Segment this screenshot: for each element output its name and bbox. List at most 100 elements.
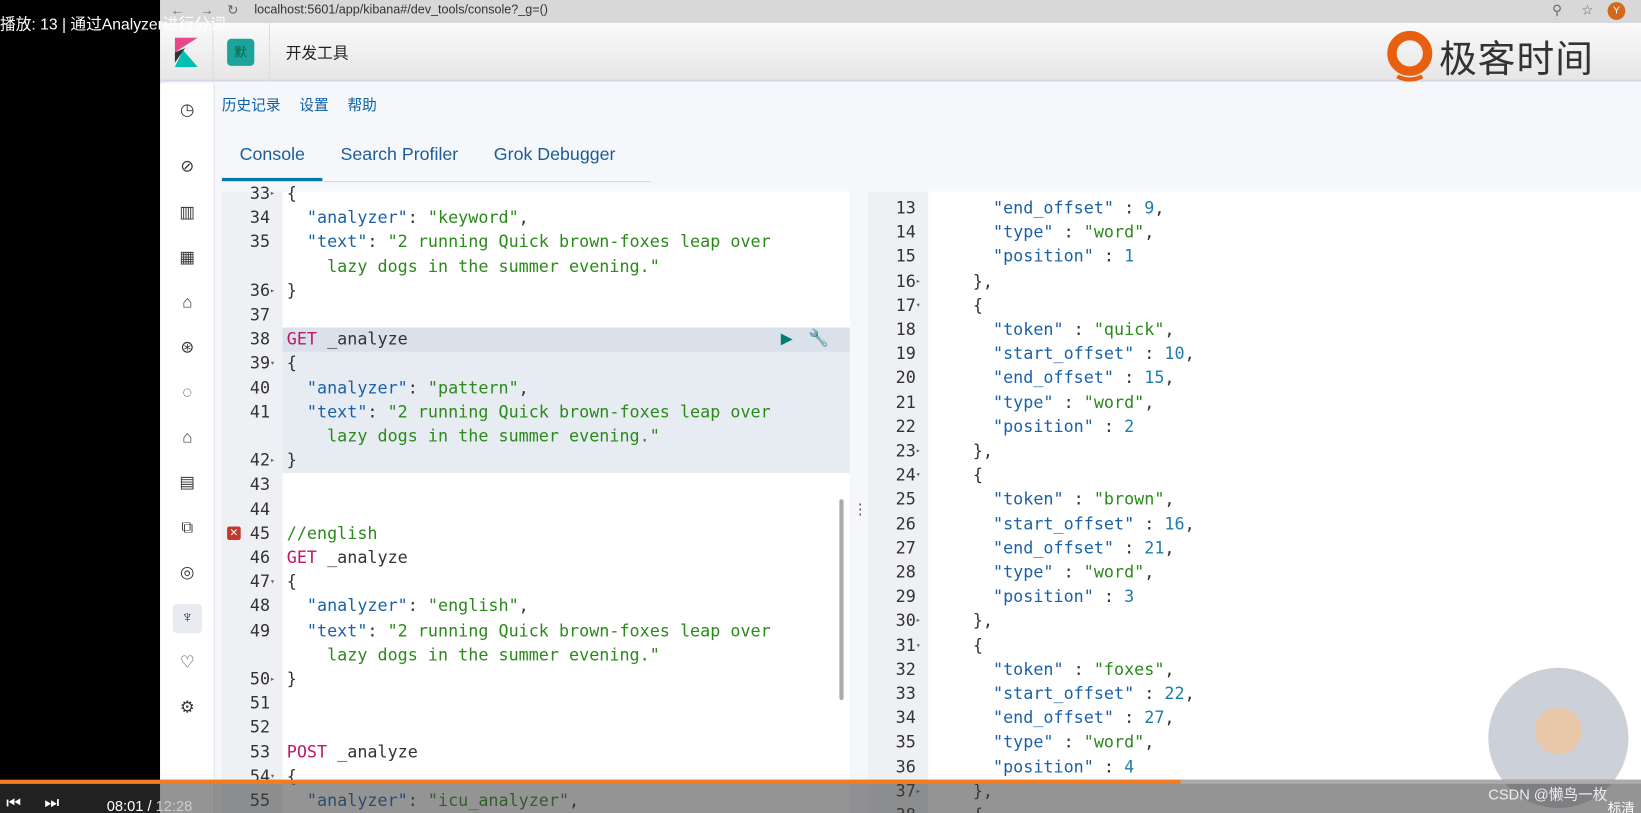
monitoring-heart-icon[interactable]: ♡ (173, 649, 202, 678)
quality-button[interactable]: 标清 (1608, 798, 1635, 813)
tab-search-profiler[interactable]: Search Profiler (323, 138, 476, 181)
code-line[interactable]: 36 "position" : 4 (868, 754, 1135, 778)
code-line[interactable]: 26 "start_offset" : 16, (868, 511, 1195, 535)
editor-scrollbar[interactable] (839, 499, 844, 701)
code-line[interactable]: 41 "text": "2 running Quick brown-foxes … (222, 400, 771, 424)
address-bar[interactable]: ← → ↻ localhost:5601/app/kibana#/dev_too… (160, 0, 1641, 24)
code-line[interactable]: 34 "end_offset" : 27, (868, 706, 1175, 730)
code-line[interactable]: lazy dogs in the summer evening." (222, 642, 660, 666)
fold-toggle-icon[interactable]: ▸ (270, 667, 283, 691)
panel-resizer-icon[interactable]: ⋮ (853, 500, 868, 518)
code-line[interactable]: 38 GET _analyze (222, 327, 408, 351)
code-line[interactable]: 24▾ { (868, 463, 983, 487)
code-line[interactable]: 35 "type" : "word", (868, 730, 1155, 754)
fold-toggle-icon[interactable]: ▾ (270, 351, 283, 375)
code-line[interactable]: 25 "token" : "brown", (868, 487, 1175, 511)
code-line[interactable]: 20 "end_offset" : 15, (868, 366, 1175, 390)
bookmark-star-icon[interactable]: ☆ (1581, 2, 1593, 19)
kibana-logo-icon[interactable] (174, 37, 198, 67)
discover-compass-icon[interactable]: ⊘ (173, 153, 202, 182)
code-line[interactable]: 29 "position" : 3 (868, 584, 1135, 608)
fold-toggle-icon[interactable]: ▾ (916, 293, 929, 317)
previous-icon[interactable]: ⏮ (6, 794, 21, 813)
tab-console[interactable]: Console (221, 138, 323, 182)
dashboard-icon[interactable]: ▦ (173, 244, 202, 273)
code-line[interactable]: 44 (222, 497, 287, 521)
visualize-icon[interactable]: ▥ (173, 199, 202, 228)
code-line[interactable]: 52 (222, 715, 287, 739)
code-line[interactable]: 40 "analyzer": "pattern", (222, 375, 529, 399)
top-nav: 历史记录 设置 帮助 (222, 94, 377, 115)
code-line[interactable]: 49 "text": "2 running Quick brown-foxes … (222, 618, 771, 642)
fold-toggle-icon[interactable]: ▸ (916, 269, 929, 293)
code-line[interactable]: 39▾{ (222, 351, 297, 375)
code-line[interactable]: 30▸ }, (868, 608, 993, 632)
fold-toggle-icon[interactable]: ▸ (270, 181, 283, 205)
code-line[interactable]: 42▸} (222, 448, 297, 472)
request-options-wrench-icon[interactable]: 🔧 (808, 328, 829, 349)
request-editor[interactable]: 33▸{34 "analyzer": "keyword", 35 "text": … (221, 183, 850, 813)
reload-icon[interactable]: ↻ (227, 2, 238, 19)
code-line[interactable]: 17▾ { (868, 293, 983, 317)
code-line[interactable]: 36▸} (222, 278, 297, 302)
code-line[interactable]: lazy dogs in the summer evening." (222, 424, 660, 448)
code-line[interactable]: 22 "position" : 2 (868, 414, 1135, 438)
tab-grok-debugger[interactable]: Grok Debugger (476, 138, 633, 181)
code-line[interactable]: 48 "analyzer": "english", (222, 594, 529, 618)
watermark: CSDN @懒鸟一枚 (1488, 785, 1608, 803)
code-line[interactable]: 33 "start_offset" : 22, (868, 681, 1195, 705)
progress-bar-played[interactable] (0, 779, 1182, 784)
code-line[interactable]: 32 "token" : "foxes", (868, 657, 1175, 681)
code-line[interactable]: 14 "type" : "word", (868, 220, 1155, 244)
infrastructure-icon[interactable]: ⌂ (173, 424, 202, 453)
code-line[interactable]: 18 "token" : "quick", (868, 317, 1175, 341)
code-line[interactable]: 53 POST _analyze (222, 740, 418, 764)
history-link[interactable]: 历史记录 (222, 94, 281, 115)
fold-toggle-icon[interactable]: ▸ (270, 278, 283, 302)
management-gear-icon[interactable]: ⚙ (173, 694, 202, 723)
code-line[interactable]: 16▸ }, (868, 269, 993, 293)
canvas-icon[interactable]: ⌂ (173, 289, 202, 318)
code-line[interactable]: 21 "type" : "word", (868, 390, 1155, 414)
code-line[interactable]: 31▾ { (868, 633, 983, 657)
apm-icon[interactable]: ⧉ (173, 514, 202, 543)
ml-icon[interactable]: ◌ (173, 379, 202, 408)
code-line[interactable]: 27 "end_offset" : 21, (868, 536, 1175, 560)
code-line[interactable]: 34 "analyzer": "keyword", (222, 205, 529, 229)
recent-clock-icon[interactable]: ◷ (173, 96, 202, 125)
error-marker-icon[interactable]: ✕ (227, 526, 241, 541)
send-request-play-icon[interactable]: ▶ (781, 329, 793, 348)
code-line[interactable]: 28 "type" : "word", (868, 560, 1155, 584)
fold-toggle-icon[interactable]: ▸ (270, 448, 283, 472)
code-line[interactable]: 47▾{ (222, 570, 297, 594)
code-line[interactable]: 43 (222, 472, 287, 496)
code-line[interactable]: 51 (222, 691, 287, 715)
code-line[interactable]: 15 "position" : 1 (868, 244, 1135, 268)
next-icon[interactable]: ⏭ (44, 794, 59, 813)
fold-toggle-icon[interactable]: ▾ (270, 570, 283, 594)
settings-link[interactable]: 设置 (299, 94, 328, 115)
code-line[interactable]: 50▸} (222, 667, 297, 691)
fold-toggle-icon[interactable]: ▾ (916, 463, 929, 487)
code-line[interactable]: 45//english (222, 521, 378, 545)
code-line[interactable]: 23▸ }, (868, 439, 993, 463)
code-line[interactable]: 46 GET _analyze (222, 545, 408, 569)
space-badge[interactable]: 默 (227, 38, 255, 66)
fold-toggle-icon[interactable]: ▸ (916, 608, 929, 632)
profile-avatar[interactable]: Y (1607, 2, 1626, 20)
maps-icon[interactable]: ⊛ (173, 334, 202, 363)
fold-toggle-icon[interactable]: ▾ (916, 633, 929, 657)
code-line[interactable]: lazy dogs in the summer evening." (222, 254, 660, 278)
zoom-icon[interactable]: ⚲ (1552, 2, 1562, 19)
logs-icon[interactable]: ▤ (173, 469, 202, 498)
code-line[interactable]: 37 (222, 302, 287, 326)
url-text[interactable]: localhost:5601/app/kibana#/dev_tools/con… (254, 2, 548, 17)
help-link[interactable]: 帮助 (347, 94, 376, 115)
code-line[interactable]: 19 "start_offset" : 10, (868, 341, 1195, 365)
fold-toggle-icon[interactable]: ▸ (916, 439, 929, 463)
code-line[interactable]: 33▸{ (222, 181, 297, 205)
code-line[interactable]: 35 "text": "2 running Quick brown-foxes … (222, 230, 771, 254)
uptime-icon[interactable]: ◎ (173, 559, 202, 588)
dev-tools-wrench-icon[interactable]: ♆ (172, 603, 202, 634)
code-line[interactable]: 13 "end_offset" : 9, (868, 196, 1165, 220)
